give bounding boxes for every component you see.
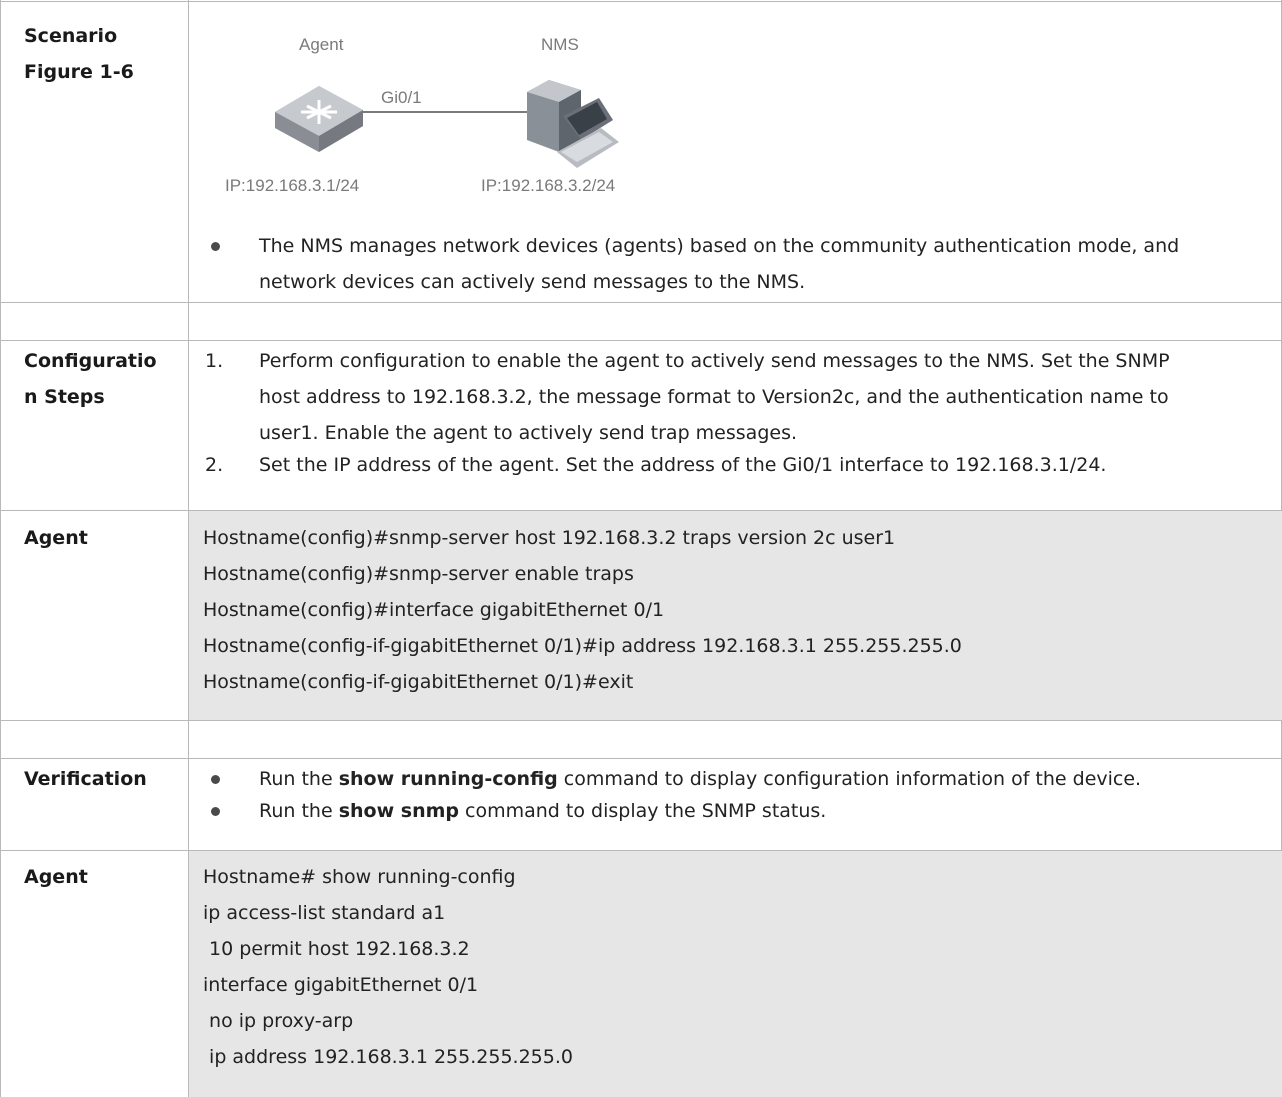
- switch-icon: [275, 86, 363, 152]
- code-line: ip address 192.168.3.1 255.255.255.0: [203, 1046, 573, 1068]
- verification-label: Verification: [24, 768, 147, 790]
- scenario-label: Scenario Figure 1-6: [24, 25, 134, 83]
- agent-label: Agent: [299, 35, 344, 54]
- code-line: Hostname# show running-config: [203, 866, 516, 888]
- verification-bullet-2: Run the show snmp command to display the…: [189, 793, 1282, 829]
- port-label: Gi0/1: [381, 88, 422, 107]
- bullet-icon: [211, 242, 220, 251]
- config-steps-label: Configuratio n Steps: [24, 350, 157, 408]
- topology-diagram: Agent NMS Gi0/1 IP:192.168.3.1/24 IP:192…: [225, 35, 619, 195]
- step-1: 1. Perform configuration to enable the a…: [205, 350, 1170, 444]
- code-line: Hostname(config)#snmp-server enable trap…: [203, 563, 634, 585]
- command-show-snmp: show snmp: [338, 800, 459, 822]
- row-divider: [0, 720, 1282, 721]
- code-line: interface gigabitEthernet 0/1: [203, 974, 479, 996]
- bullet-icon: [211, 775, 220, 784]
- nms-ip: IP:192.168.3.2/24: [481, 176, 615, 195]
- code-line: Hostname(config-if-gigabitEthernet 0/1)#…: [203, 671, 634, 693]
- verification-list: Run the show running-config command to d…: [189, 761, 1282, 829]
- scenario-description: The NMS manages network devices (agents)…: [189, 228, 1282, 300]
- table-border-left: [0, 0, 1, 1097]
- command-show-running-config: show running-config: [338, 768, 558, 790]
- row-divider: [0, 340, 1282, 341]
- agent-config-label: Agent: [24, 527, 88, 549]
- nms-computer-icon: [527, 80, 619, 168]
- code-line: Hostname(config)#snmp-server host 192.16…: [203, 527, 896, 549]
- agent-output-label: Agent: [24, 866, 88, 888]
- bullet-icon: [211, 807, 220, 816]
- verification-bullet-1: Run the show running-config command to d…: [189, 761, 1282, 797]
- code-line: no ip proxy-arp: [203, 1010, 354, 1032]
- agent-config-code: Hostname(config)#snmp-server host 192.16…: [189, 511, 1282, 720]
- row-divider: [0, 758, 1282, 759]
- code-line: 10 permit host 192.168.3.2: [203, 938, 470, 960]
- code-line: Hostname(config-if-gigabitEthernet 0/1)#…: [203, 635, 962, 657]
- scenario-bullet: The NMS manages network devices (agents)…: [189, 228, 1282, 300]
- code-line: ip access-list standard a1: [203, 902, 446, 924]
- agent-output-code: Hostname# show running-config ip access-…: [189, 851, 1282, 1097]
- row-divider: [0, 302, 1282, 303]
- config-steps-list: 1. Perform configuration to enable the a…: [189, 343, 1282, 483]
- code-line: Hostname(config)#interface gigabitEthern…: [203, 599, 665, 621]
- step-2: 2. Set the IP address of the agent. Set …: [205, 454, 1107, 476]
- nms-label: NMS: [541, 35, 579, 54]
- agent-ip: IP:192.168.3.1/24: [225, 176, 359, 195]
